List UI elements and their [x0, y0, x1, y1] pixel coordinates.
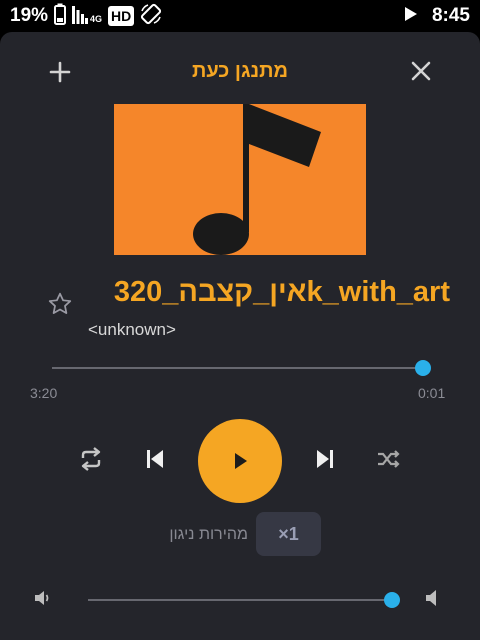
status-bar: 19% 4G HD 8:45	[0, 0, 480, 32]
seek-thumb[interactable]	[415, 360, 431, 376]
album-art	[114, 104, 366, 255]
plus-icon	[49, 61, 71, 88]
volume-mute-icon	[423, 589, 441, 612]
volume-down-icon	[33, 589, 51, 612]
star-outline-icon	[47, 291, 73, 322]
play-button[interactable]	[198, 419, 282, 503]
play-icon	[198, 419, 282, 503]
volume-slider[interactable]	[88, 592, 400, 608]
artist-name: <unknown>	[88, 320, 176, 339]
add-to-playlist-button[interactable]	[44, 58, 76, 90]
volume-down-button[interactable]	[28, 586, 56, 614]
previous-button[interactable]	[136, 442, 174, 480]
close-button[interactable]	[404, 56, 438, 90]
battery-percent: 19%	[10, 5, 49, 26]
playback-speed-button[interactable]: ×1	[256, 512, 321, 556]
track-title: אין_קצבה_320k_with_art	[113, 276, 450, 308]
skip-next-icon	[315, 449, 335, 474]
play-status-icon	[404, 6, 418, 27]
clock: 8:45	[431, 5, 470, 26]
favorite-button[interactable]	[42, 288, 78, 324]
battery-icon	[54, 3, 67, 30]
now-playing-panel: מתנגן כעת אין_קצבה_320k_with_art <unknow…	[0, 32, 480, 640]
elapsed-time: 0:01	[418, 385, 446, 401]
screen-rotate-icon	[140, 3, 162, 30]
page-title: מתנגן כעת	[191, 60, 289, 82]
close-icon	[411, 61, 431, 86]
volume-thumb[interactable]	[384, 592, 400, 608]
network-type: 4G	[90, 14, 103, 24]
repeat-icon	[78, 446, 104, 476]
volume-mute-button[interactable]	[418, 586, 446, 614]
shuffle-button[interactable]	[370, 442, 408, 480]
skip-previous-icon	[145, 449, 165, 474]
shuffle-icon	[377, 449, 401, 474]
signal-icon	[72, 4, 89, 29]
playback-speed-label: מהירות ניגון	[169, 526, 248, 543]
next-button[interactable]	[306, 442, 344, 480]
duration-time: 3:20	[30, 385, 58, 401]
seek-bar[interactable]	[52, 360, 431, 376]
repeat-button[interactable]	[72, 442, 110, 480]
music-note-icon	[114, 104, 366, 259]
hd-badge: HD	[108, 6, 135, 26]
